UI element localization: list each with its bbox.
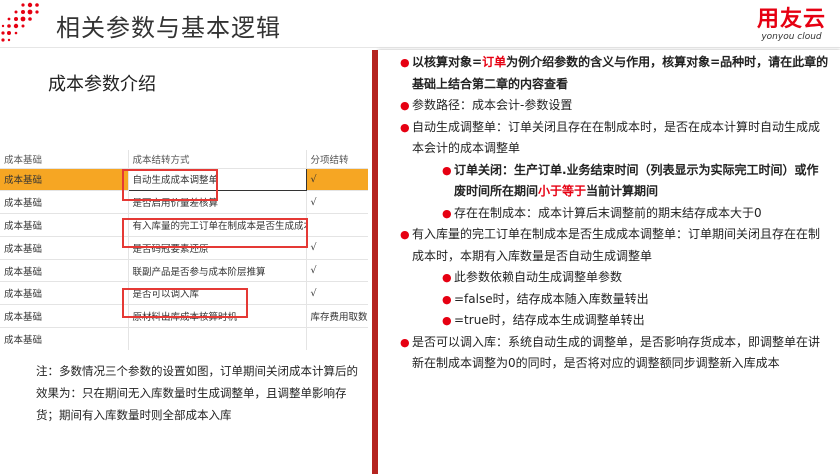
bullet-text: 当前计算期间 [586,184,659,198]
bullet-emphasis: 订单 [482,55,507,69]
table-cell: 成本基础 [0,327,129,350]
table-cell: √ [306,168,368,192]
table-cell: 成本基础 [0,190,129,215]
table-cell [128,327,307,350]
table-cell: 成本基础 [0,281,129,306]
logo-text: 用友云 [756,7,826,32]
table-row[interactable]: 成本基础 联副产品是否参与成本阶层推算 √ [0,259,368,283]
table-cell: 成本基础 [0,304,129,329]
bullet-text: 以核算对象= [412,55,483,69]
explanation-list: 以核算对象=订单为例介绍参数的含义与作用，核算对象=品种时，请在此章的基础上结合… [400,52,830,375]
table-cell [306,213,368,237]
list-item: 是否可以调入库：系统自动生成的调整单，是否影响存货成本，即调整单在讲新在制成本调… [400,332,830,375]
table-cell: √ [306,259,368,283]
table-cell: √ [306,281,368,306]
brand-logo: 用友云 yonyou cloud [756,7,826,43]
table-header-cell: 分项结转 [306,150,368,169]
slide: 相关参数与基本逻辑 用友云 yonyou cloud 成本参数介绍 成本基础 成… [0,0,840,474]
table-header-cell: 成本结转方式 [128,150,307,169]
table-cell [306,327,368,350]
page-title: 相关参数与基本逻辑 [56,14,281,42]
highlight-box-adjust-inbound [122,288,248,318]
table-cell: 库存费用取数 [306,304,368,329]
header-divider [0,47,840,48]
list-item: =false时，结存成本随入库数量转出 [442,289,830,311]
list-item: 此参数依赖自动生成调整单参数 [442,267,830,289]
dot-pattern-decoration [1,2,39,42]
list-item: 订单关闭：生产订单.业务结束时间（列表显示为实际完工时间）或作废时间所在期间小于… [442,160,830,203]
list-item: 以核算对象=订单为例介绍参数的含义与作用，核算对象=品种时，请在此章的基础上结合… [400,52,830,95]
footnote: 注：多数情况三个参数的设置如图，订单期间关闭成本计算后的效果为：只在期间无入库数… [36,364,358,422]
table-header-row: 成本基础 成本结转方式 分项结转 [0,150,368,169]
highlight-box-auto-adjust [122,169,218,201]
table-cell: 成本基础 [0,236,129,260]
table-cell: √ [306,190,368,215]
table-cell: 成本基础 [0,168,129,192]
table-cell: √ [306,236,368,260]
logo-subtext: yonyou cloud [761,32,822,42]
table-cell: 联副产品是否参与成本阶层推算 [128,259,307,283]
highlight-box-inbound-order [122,218,308,248]
list-item: 存在在制成本：成本计算后末调整前的期末结存成本大于0 [442,203,830,225]
list-item: 有入库量的完工订单在制成本是否生成成本调整单：订单期间关闭且存在在制成本时，本期… [400,224,830,267]
table-cell: 成本基础 [0,213,129,237]
list-item: 参数路径：成本会计-参数设置 [400,95,830,117]
list-item: =true时，结存成本生成调整单转出 [442,310,830,332]
bullet-emphasis: 小于等于 [538,184,587,198]
section-subtitle: 成本参数介绍 [48,74,156,95]
table-header-cell: 成本基础 [0,150,129,169]
list-item: 自动生成调整单：订单关闭且存在在制成本时，是否在成本计算时自动生成成本会计的成本… [400,117,830,160]
table-cell: 成本基础 [0,259,129,283]
table-row[interactable]: 成本基础 [0,327,368,350]
